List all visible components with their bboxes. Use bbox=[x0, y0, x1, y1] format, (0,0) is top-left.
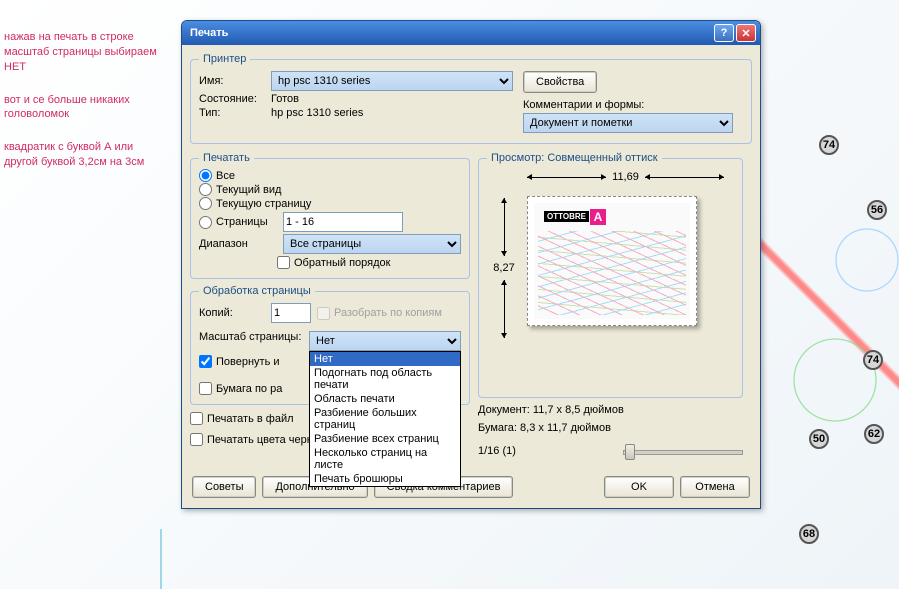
dialog-title: Печать bbox=[190, 27, 712, 39]
help-button[interactable]: ? bbox=[714, 24, 734, 42]
printer-state-label: Состояние: bbox=[199, 93, 265, 105]
page-handling-group: Обработка страницы Копий: Разобрать по к… bbox=[190, 285, 470, 405]
page-scale-select[interactable]: Нет НетПодогнать под область печатиОблас… bbox=[309, 331, 461, 351]
scale-option[interactable]: Разбиение больших страниц bbox=[310, 406, 460, 432]
comments-forms-select[interactable]: Документ и пометки bbox=[523, 113, 733, 133]
note-p2: вот и се больше никаких головоломок bbox=[4, 93, 169, 123]
bg-size-74b: 74 bbox=[863, 350, 883, 370]
scale-option[interactable]: Печать брошюры bbox=[310, 472, 460, 486]
scale-option[interactable]: Область печати bbox=[310, 392, 460, 406]
pages-input[interactable] bbox=[283, 212, 403, 232]
print-range-legend: Печатать bbox=[199, 152, 254, 164]
note-p3: квадратик с буквой А или другой буквой 3… bbox=[4, 140, 169, 170]
cancel-button[interactable]: Отмена bbox=[680, 476, 750, 498]
scale-option[interactable]: Нет bbox=[310, 352, 460, 366]
zoom-slider[interactable] bbox=[623, 442, 743, 460]
page-scale-label: Масштаб страницы: bbox=[199, 331, 303, 343]
comments-forms-label: Комментарии и формы: bbox=[523, 99, 644, 111]
reverse-check[interactable]: Обратный порядок bbox=[277, 256, 461, 269]
printer-name-select[interactable]: hp psc 1310 series bbox=[271, 71, 513, 91]
page-scale-dropdown-list[interactable]: НетПодогнать под область печатиОбласть п… bbox=[309, 351, 461, 487]
doc-dimensions: Документ: 11,7 x 8,5 дюймов bbox=[478, 404, 743, 416]
ottobre-badge: OTTOBRE bbox=[544, 211, 589, 222]
printer-type-value: hp psc 1310 series bbox=[271, 107, 363, 119]
bg-size-74: 74 bbox=[819, 135, 839, 155]
page-counter: 1/16 (1) bbox=[478, 445, 516, 457]
radio-current-page[interactable]: Текущую страницу bbox=[199, 197, 461, 210]
printer-name-label: Имя: bbox=[199, 75, 265, 87]
preview-group: Просмотр: Совмещенный оттиск 11,69 8,27 bbox=[478, 152, 743, 398]
radio-pages[interactable]: Страницы bbox=[199, 216, 277, 229]
scale-option[interactable]: Несколько страниц на листе bbox=[310, 446, 460, 472]
radio-all[interactable]: Все bbox=[199, 169, 461, 182]
copies-label: Копий: bbox=[199, 307, 265, 319]
preview-height: 8,27 bbox=[493, 256, 514, 280]
scale-option[interactable]: Разбиение всех страниц bbox=[310, 432, 460, 446]
close-button[interactable]: ✕ bbox=[736, 24, 756, 42]
scale-option[interactable]: Подогнать под область печати bbox=[310, 366, 460, 392]
preview-legend: Просмотр: Совмещенный оттиск bbox=[487, 152, 662, 164]
print-dialog: Печать ? ✕ Принтер Имя: hp psc 1310 seri… bbox=[181, 20, 761, 509]
radio-current-view[interactable]: Текущий вид bbox=[199, 183, 461, 196]
instruction-note: нажав на печать в строке масштаб страниц… bbox=[4, 30, 169, 188]
bg-size-50: 50 bbox=[809, 429, 829, 449]
copies-input[interactable] bbox=[271, 303, 311, 323]
printer-type-label: Тип: bbox=[199, 107, 265, 119]
subrange-select[interactable]: Все страницы bbox=[283, 234, 461, 254]
printer-group: Принтер Имя: hp psc 1310 series Состояни… bbox=[190, 53, 752, 144]
print-range-group: Печатать Все Текущий вид Текущую страниц… bbox=[190, 152, 470, 279]
print-preview: OTTOBRE A bbox=[527, 196, 697, 326]
page-handling-legend: Обработка страницы bbox=[199, 285, 315, 297]
ok-button[interactable]: OK bbox=[604, 476, 674, 498]
preview-width: 11,69 bbox=[606, 171, 645, 183]
collate-check: Разобрать по копиям bbox=[317, 307, 442, 320]
paper-dimensions: Бумага: 8,3 x 11,7 дюймов bbox=[478, 422, 743, 434]
bg-size-68: 68 bbox=[799, 524, 819, 544]
pattern-letter-badge: A bbox=[590, 209, 606, 225]
bg-size-56: 56 bbox=[867, 200, 887, 220]
subrange-label: Диапазон bbox=[199, 238, 277, 250]
titlebar[interactable]: Печать ? ✕ bbox=[182, 21, 760, 45]
tips-button[interactable]: Советы bbox=[192, 476, 256, 498]
properties-button[interactable]: Свойства bbox=[523, 71, 597, 93]
printer-legend: Принтер bbox=[199, 53, 250, 65]
bg-size-62: 62 bbox=[864, 424, 884, 444]
note-p1: нажав на печать в строке масштаб страниц… bbox=[4, 30, 169, 75]
printer-state-value: Готов bbox=[271, 93, 299, 105]
